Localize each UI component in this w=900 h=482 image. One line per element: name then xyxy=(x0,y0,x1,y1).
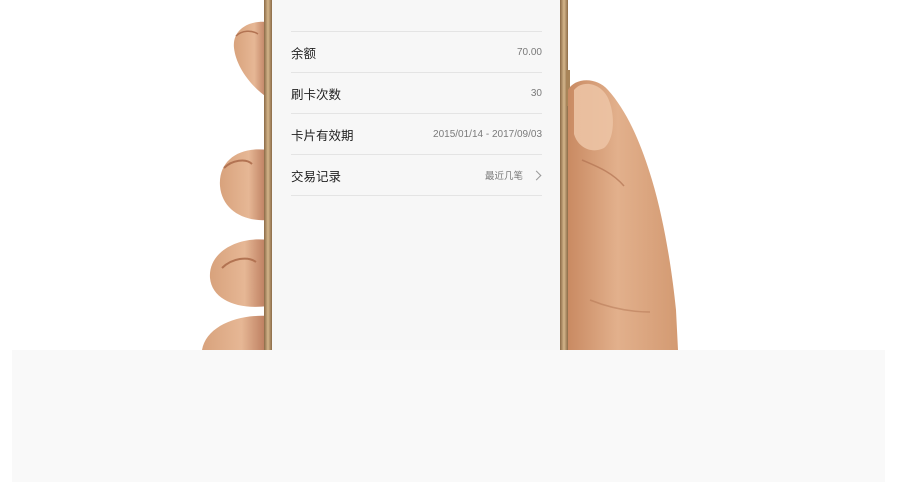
left-fingers xyxy=(202,21,268,350)
right-thumb xyxy=(568,80,678,350)
card-validity-label: 卡片有效期 xyxy=(291,127,354,143)
phone-frame-left xyxy=(264,0,272,350)
swipe-count-row: 刷卡次数 30 xyxy=(291,73,542,114)
balance-value: 70.00 xyxy=(516,46,542,58)
swipe-count-value: 30 xyxy=(530,87,542,99)
card-validity-row: 卡片有效期 2015/01/14 - 2017/09/03 xyxy=(291,114,542,155)
bottom-panel xyxy=(12,350,885,482)
card-validity-value: 2015/01/14 - 2017/09/03 xyxy=(433,128,542,140)
chevron-right-icon xyxy=(531,170,542,180)
transactions-row[interactable]: 交易记录 最近几笔 xyxy=(291,155,542,196)
swipe-count-label: 刷卡次数 xyxy=(291,86,342,102)
product-scene: 余额 70.00 刷卡次数 30 卡片有效期 2015/01/14 - 2017… xyxy=(0,0,900,482)
balance-label: 余额 xyxy=(291,45,317,61)
balance-row: 余额 70.00 xyxy=(291,32,542,73)
phone-screen: 余额 70.00 刷卡次数 30 卡片有效期 2015/01/14 - 2017… xyxy=(272,0,560,350)
transactions-value: 最近几笔 xyxy=(484,171,523,182)
transactions-value-group: 最近几笔 xyxy=(485,168,542,182)
transactions-label: 交易记录 xyxy=(291,168,342,184)
phone-frame-right xyxy=(560,0,568,350)
